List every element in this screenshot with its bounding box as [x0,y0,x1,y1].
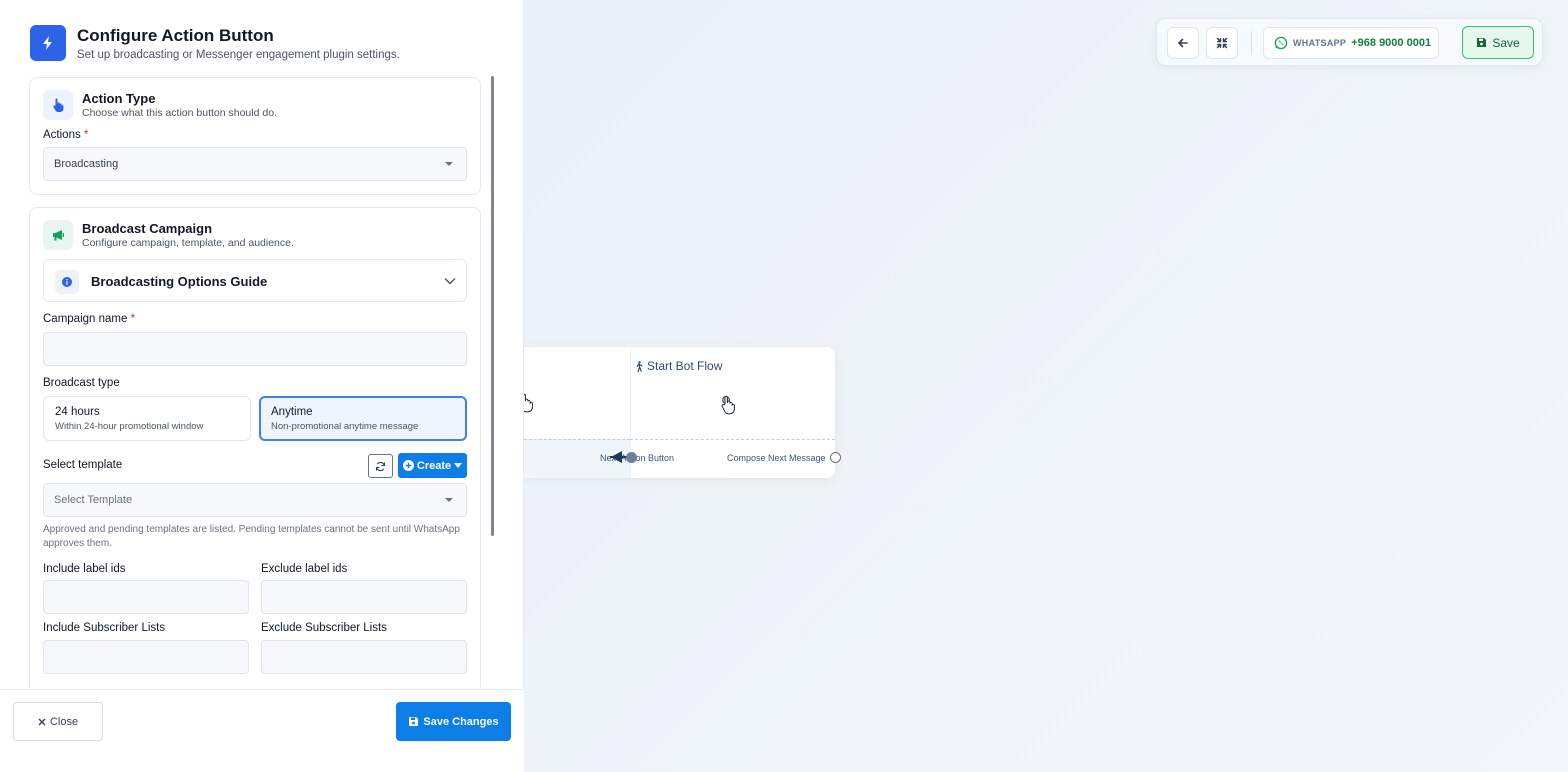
include-subscriber-lists-label: Include Subscriber Lists [43,622,166,634]
toolbar-divider [1251,31,1252,55]
broadcast-title: Broadcast Campaign [82,221,213,236]
campaign-name-input[interactable] [43,332,467,366]
compress-icon [1216,37,1228,49]
broadcast-type-label: Broadcast type [43,377,120,389]
actions-select-value: Broadcasting [54,158,119,170]
include-label-ids-input[interactable] [43,580,249,614]
close-button[interactable]: Close [13,702,103,741]
node-title: Start Bot Flow [634,359,722,373]
save-changes-label: Save Changes [423,715,499,728]
canvas-toolbar: WHATSAPP +968 9000 0001 Save [1156,18,1543,66]
refresh-icon [375,461,386,471]
exclude-subscriber-lists-input[interactable] [261,640,467,674]
include-label-ids-label: Include label ids [43,563,126,575]
include-subscriber-lists-input[interactable] [43,640,249,674]
save-flow-label: Save [1492,35,1520,50]
caret-down-icon [445,162,453,166]
campaign-name-label: Campaign name * [43,313,135,325]
whatsapp-label: WHATSAPP [1293,38,1347,48]
chevron-down-icon [444,278,456,285]
floppy-disk-icon [1477,38,1487,47]
action-type-subtitle: Choose what this action button should do… [82,107,277,119]
broadcast-type-anytime[interactable]: Anytime Non-promotional anytime message [259,396,467,441]
caret-down-icon [454,463,463,468]
guide-title: Broadcasting Options Guide [91,274,268,289]
save-flow-button[interactable]: Save [1462,26,1534,59]
campaign-name-label-text: Campaign name [43,313,128,325]
action-type-title: Action Type [82,91,156,106]
input-connector-handle[interactable] [626,452,637,463]
whatsapp-number: +968 9000 0001 [1351,37,1432,49]
walking-person-icon [636,360,643,372]
panel-title: Configure Action Button [77,26,274,45]
template-select[interactable]: Select Template [43,483,467,517]
exclude-subscriber-lists-label: Exclude Subscriber Lists [261,622,387,634]
panel-scrollbar[interactable] [491,76,494,536]
arrow-left-icon [1178,38,1188,48]
broadcast-type-desc: Within 24-hour promotional window [55,421,204,432]
broadcasting-guide-accordion[interactable]: Broadcasting Options Guide [43,259,467,302]
close-label: Close [49,715,79,728]
whatsapp-icon [1274,36,1288,50]
refresh-templates-button[interactable] [368,454,393,478]
bolt-icon [43,36,52,50]
required-mark: * [83,129,89,141]
broadcast-type-24-hours[interactable]: 24 hours Within 24-hour promotional wind… [43,396,251,441]
create-label: Create [416,459,452,472]
actions-select[interactable]: Broadcasting [43,147,467,181]
output-connector-handle[interactable] [830,452,841,463]
node-title-text: Start Bot Flow [647,359,723,373]
collapse-button[interactable] [1206,27,1238,59]
actions-label-text: Actions [43,129,81,141]
info-icon [62,277,72,287]
close-icon [38,718,46,725]
broadcast-icon-box [43,220,73,250]
exclude-label-ids-label: Exclude label ids [261,563,348,575]
save-changes-button[interactable]: Save Changes [396,702,511,741]
required-mark: * [130,313,136,325]
broadcast-type-desc: Non-promotional anytime message [271,421,419,432]
flow-node-card[interactable]: Start Bot Flow Next Action Button Compos… [519,347,841,478]
panel-subtitle: Set up broadcasting or Messenger engagem… [77,49,400,61]
plus-circle-icon [402,460,414,471]
panel-header-icon [30,25,66,61]
select-template-label: Select template [43,459,123,471]
whatsapp-account-badge[interactable]: WHATSAPP +968 9000 0001 [1263,27,1439,59]
template-select-placeholder: Select Template [54,494,133,506]
hand-cursor-icon [721,395,735,415]
megaphone-icon [52,230,64,241]
caret-down-icon [445,498,453,502]
broadcast-type-title: Anytime [271,406,313,418]
exclude-label-ids-input[interactable] [261,580,467,614]
broadcast-subtitle: Configure campaign, template, and audien… [82,237,294,249]
create-template-button[interactable]: Create [398,453,467,478]
guide-icon-box [55,270,79,294]
hand-pointer-icon [53,98,64,112]
template-help-text: Approved and pending templates are liste… [43,524,460,549]
actions-label: Actions * [43,129,88,141]
action-type-icon-box [43,90,73,120]
broadcast-type-title: 24 hours [55,406,100,418]
back-button[interactable] [1167,27,1199,59]
compose-next-message-link[interactable]: Compose Next Message [727,453,826,463]
floppy-disk-icon [409,717,419,726]
